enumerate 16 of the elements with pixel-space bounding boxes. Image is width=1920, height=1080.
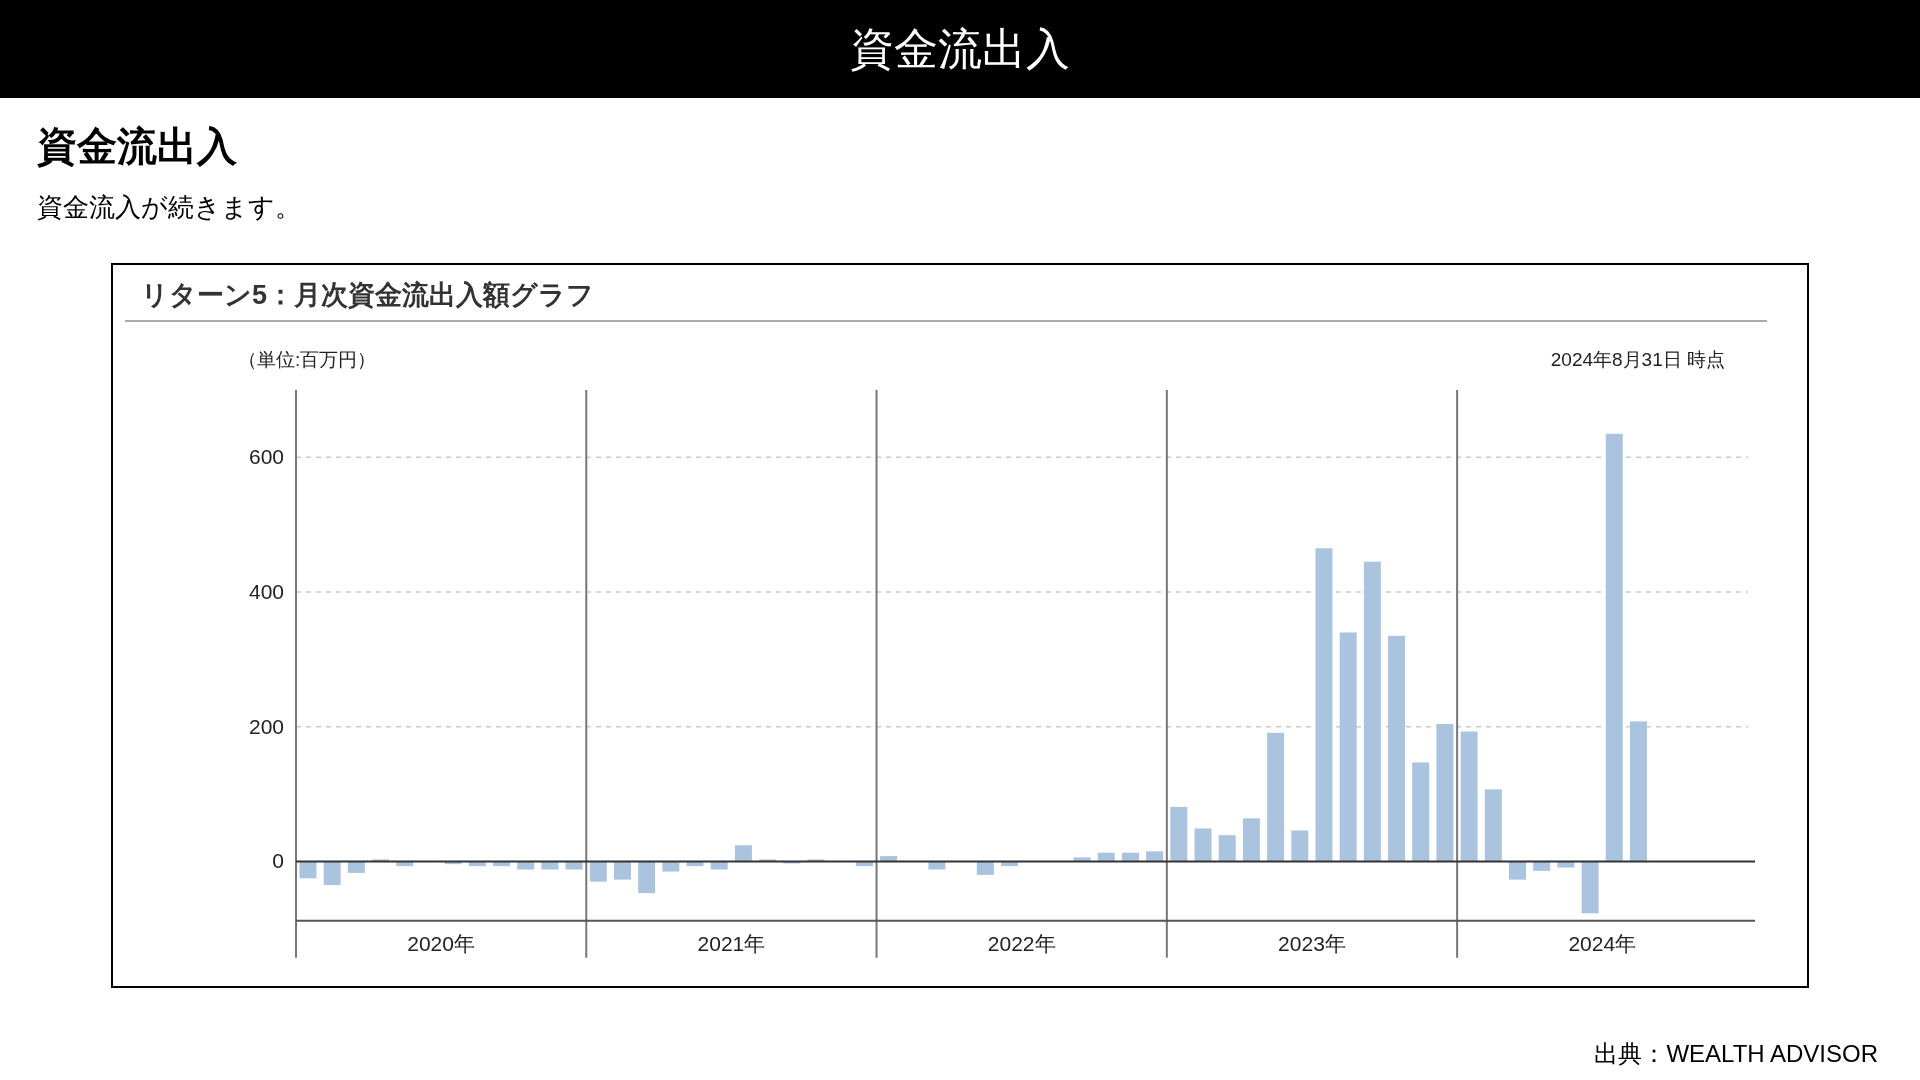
as-of-date: 2024年8月31日 時点 (1550, 347, 1725, 372)
lead-text: 資金流入が続きます。 (37, 191, 302, 224)
x-tick-label: 2024年 (1568, 931, 1637, 955)
x-tick-label: 2023年 (1278, 931, 1346, 955)
x-tick-label: 2022年 (987, 931, 1056, 955)
chart-title: リターン5：月次資金流出入額グラフ (125, 265, 1767, 322)
y-tick-label: 600 (248, 445, 284, 469)
header-title: 資金流出入 (850, 23, 1070, 75)
y-tick-label: 200 (248, 714, 284, 738)
source-credit: 出典：WEALTH ADVISOR (1594, 1040, 1878, 1067)
x-tick-label: 2021年 (697, 931, 766, 955)
x-tick-label: 2020年 (407, 931, 475, 955)
page-heading: 資金流出入 (37, 123, 238, 170)
y-tick-label: 400 (248, 580, 284, 604)
unit-label: （単位:百万円） (238, 347, 377, 372)
y-tick-label: 0 (272, 849, 284, 873)
